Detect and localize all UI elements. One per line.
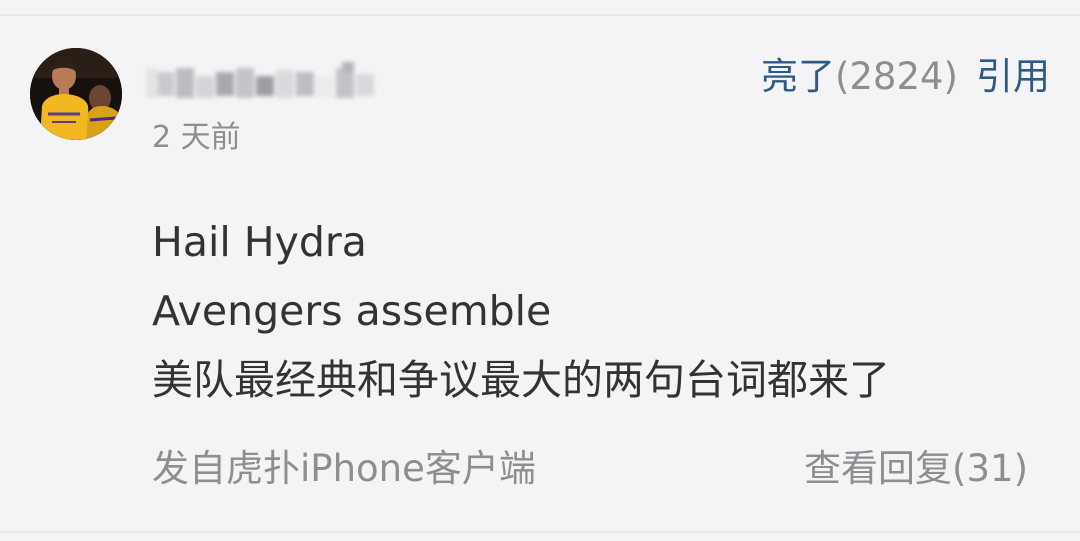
light-button[interactable]: 亮了(2824): [761, 52, 958, 102]
source-label: 发自虎扑iPhone客户端: [152, 447, 536, 490]
comment-footer: 发自虎扑iPhone客户端 查看回复(31): [152, 440, 1028, 490]
comment-line-3: 美队最经典和争议最大的两句台词都来了: [152, 356, 890, 404]
comment-body: Hail Hydra Avengers assemble 美队最经典和争议最大的…: [152, 208, 1052, 415]
quote-button[interactable]: 引用: [976, 52, 1050, 102]
light-count: (2824): [834, 55, 958, 98]
username-blurred[interactable]: [142, 56, 380, 112]
view-replies-button[interactable]: 查看回复(31): [804, 438, 1028, 492]
bottom-divider: [0, 531, 1080, 541]
comment-line-2: Avengers assemble: [152, 287, 552, 335]
top-divider: [0, 0, 1080, 16]
avatar-image: [30, 48, 122, 140]
blurred-username-image: [146, 62, 374, 98]
comment-line-1: Hail Hydra: [152, 218, 367, 266]
comment-card: 2 天前 亮了(2824) 引用 Hail Hydra Avengers ass…: [0, 16, 1080, 541]
avatar[interactable]: [30, 48, 122, 140]
comment-actions: 亮了(2824) 引用: [761, 52, 1050, 102]
light-label: 亮了: [760, 55, 835, 98]
timestamp: 2 天前: [152, 120, 241, 155]
